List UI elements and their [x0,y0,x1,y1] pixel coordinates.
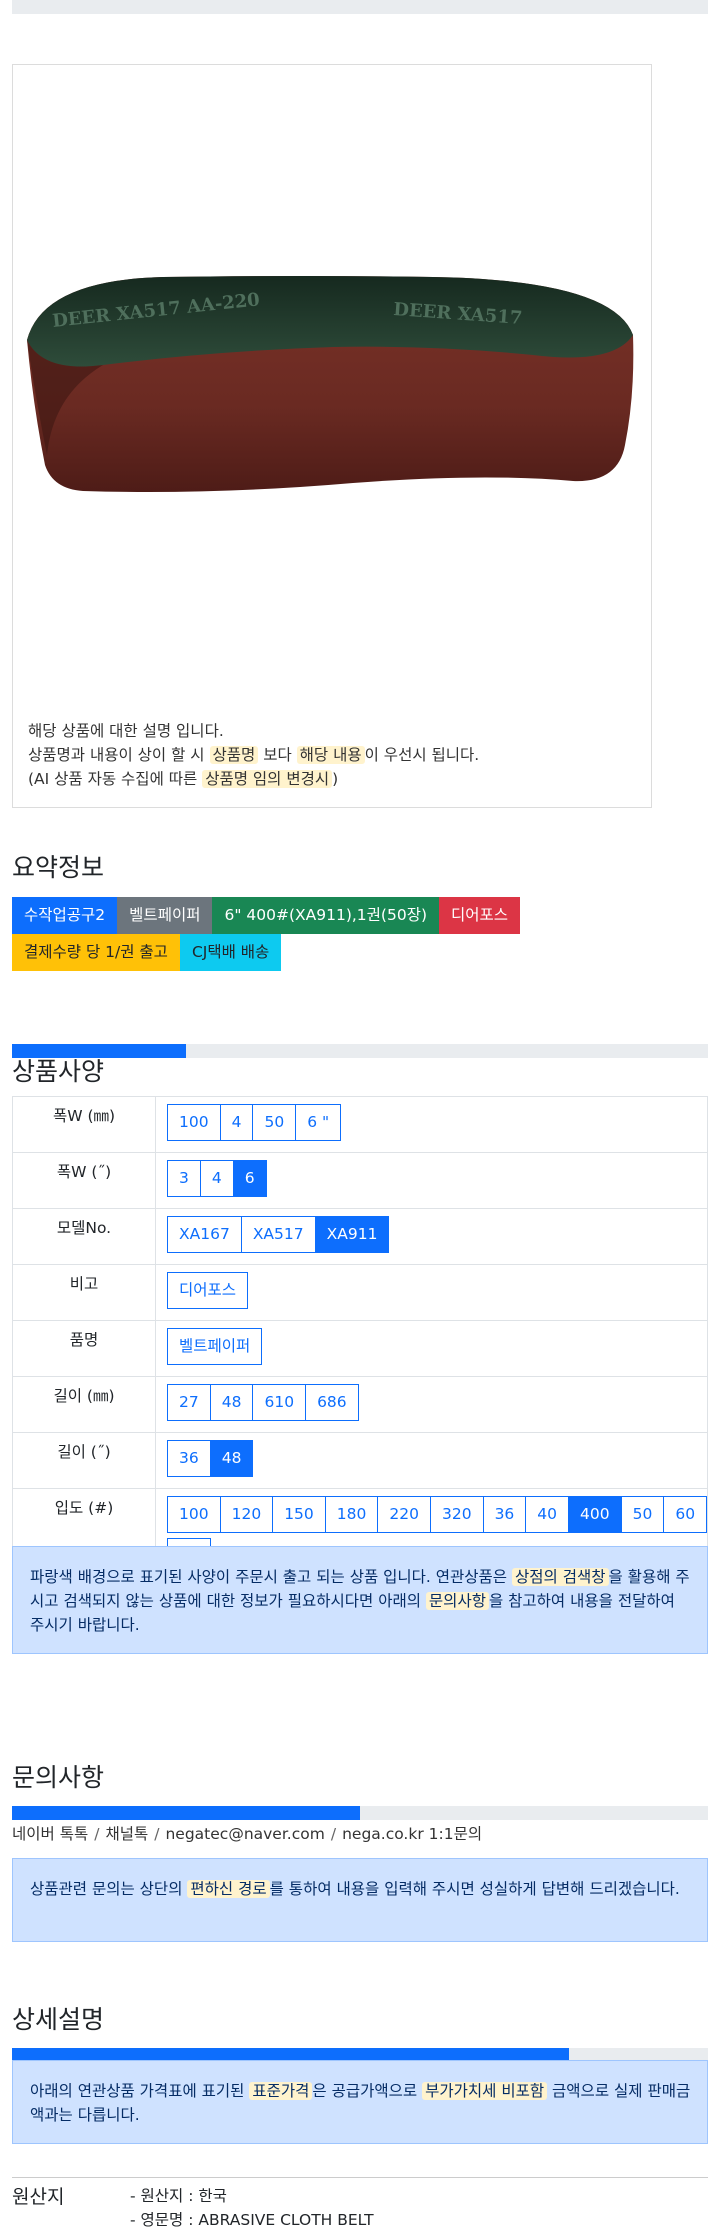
spec-option-button[interactable]: 610 [252,1384,307,1421]
badge-category: 수작업공구2 [12,897,118,934]
spec-label: 길이 (㎜) [12,1376,156,1433]
sanding-belt-image: DEER XA517 AA-220 DEER XA517 [27,276,634,492]
spec-option-button[interactable]: 디어포스 [167,1272,249,1309]
spec-row: 비고 디어포스 [12,1264,708,1321]
spec-options: 디어포스 [155,1264,708,1321]
spec-row: 폭W (˝) 3 4 6 [12,1152,708,1209]
badge-quantity: 결제수량 당 1/권 출고 [12,934,180,971]
spec-options: 346 [155,1152,708,1209]
spec-row: 품명 벨트페이퍼 [12,1320,708,1377]
summary-title: 요약정보 [12,853,105,882]
product-image-panel: DEER XA517 AA-220 DEER XA517 해당 상품에 대한 설… [12,64,652,808]
badge-brand: 디어포스 [439,897,521,934]
spec-label: 폭W (㎜) [12,1096,156,1153]
origin-country: - 원산지 : 한국 [130,2187,227,2205]
spec-row: 폭W (㎜) 100 4 50 6 " [12,1096,708,1153]
spec-option-button[interactable]: 50 [252,1104,297,1141]
spec-option-button[interactable]: 100 [167,1496,221,1533]
spec-option-button[interactable]: XA517 [240,1216,316,1253]
spec-option-button[interactable]: 150 [272,1496,326,1533]
spec-options: 27 48 610 686 [155,1376,708,1433]
spec-option-button[interactable]: 180 [324,1496,379,1533]
contact-email[interactable]: negatec@naver.com [165,1825,324,1843]
spec-option-button[interactable]: 100 [167,1104,221,1141]
specs-progress-bar [12,1044,708,1058]
spec-label: 품명 [12,1320,156,1377]
spec-table: 폭W (㎜) 100 4 50 6 " 폭W (˝) 3 4 6 모델No. XA167 XA517 X… [12,1096,708,1587]
spec-option-button[interactable]: 36 [482,1496,527,1533]
contact-naver-talk[interactable]: 네이버 톡톡 [12,1825,88,1843]
spec-options: 36 48 [155,1432,708,1489]
top-divider-bar [12,0,708,14]
spec-row: 모델No. XA167 XA517 XA911 [12,1208,708,1265]
spec-option-button[interactable]: XA167 [167,1216,242,1253]
origin-title: 원산지 [12,2186,65,2208]
description-line-1: 해당 상품에 대한 설명 입니다. [28,722,224,740]
spec-label: 폭W (˝) [12,1152,156,1209]
spec-option-button[interactable]: 400 [568,1496,622,1533]
detail-notice: 아래의 연관상품 가격표에 표기된 표준가격 은 공급가액으로 부가가치세 비포함… [12,2060,708,2144]
badge-shipping: CJ택배 배송 [179,934,282,971]
inquiry-title: 문의사항 [12,1763,105,1792]
spec-option-button[interactable]: 50 [620,1496,665,1533]
spec-label: 길이 (˝) [12,1432,156,1489]
spec-label: 모델No. [12,1208,156,1265]
description-line-3: (AI 상품 자동 수집에 따른 상품명 임의 변경시) [28,770,339,788]
spec-option-button[interactable]: 48 [209,1440,254,1477]
spec-option-button[interactable]: 4 [199,1160,234,1197]
spec-option-button[interactable]: 48 [209,1384,254,1421]
spec-option-button[interactable]: 120 [219,1496,274,1533]
badge-product-type: 벨트페이퍼 [117,897,213,934]
description-line-2: 상품명과 내용이 상이 할 시 상품명 보다 해당 내용 이 우선시 됩니다. [28,746,480,764]
spec-option-button[interactable]: 40 [525,1496,570,1533]
spec-option-button[interactable]: 벨트페이퍼 [167,1328,263,1365]
contact-website-inquiry[interactable]: nega.co.kr 1:1문의 [342,1825,482,1843]
origin-divider [12,2177,708,2178]
spec-option-button[interactable]: 27 [167,1384,211,1421]
badge-spec: 6" 400#(XA911),1권(50장) [212,897,440,934]
spec-option-button[interactable]: 6 " [295,1104,342,1141]
spec-row: 길이 (㎜) 27 48 610 686 [12,1376,708,1433]
origin-english-name: - 영문명 : ABRASIVE CLOTH BELT [130,2211,374,2229]
spec-option-button[interactable]: 686 [305,1384,359,1421]
spec-notice: 파랑색 배경으로 표기된 사양이 주문시 출고 되는 상품 입니다. 연관상품은… [12,1546,708,1654]
spec-option-button[interactable]: 6 [232,1160,267,1197]
inquiry-progress-bar [12,1806,708,1820]
spec-options: 100 4 50 6 " [155,1096,708,1153]
spec-option-button[interactable]: 60 [663,1496,708,1533]
product-description: 해당 상품에 대한 설명 입니다. 상품명과 내용이 상이 할 시 상품명 보다… [28,719,479,791]
specs-title: 상품사양 [12,1057,105,1086]
spec-option-button[interactable]: XA911 [314,1216,390,1253]
spec-option-button[interactable]: 220 [377,1496,431,1533]
spec-label: 비고 [12,1264,156,1321]
spec-option-button[interactable]: 36 [167,1440,211,1477]
inquiry-notice: 상품관련 문의는 상단의 편하신 경로 를 통하여 내용을 입력해 주시면 성실하… [12,1858,708,1942]
origin-list: - 원산지 : 한국 - 영문명 : ABRASIVE CLOTH BELT [130,2184,374,2232]
spec-option-button[interactable]: 4 [219,1104,254,1141]
spec-row: 길이 (˝) 36 48 [12,1432,708,1489]
detail-title: 상세설명 [12,2005,105,2034]
spec-option-button[interactable]: 320 [429,1496,484,1533]
spec-option-button[interactable]: 3 [167,1160,201,1197]
spec-options: XA167 XA517 XA911 [155,1208,708,1265]
contact-links: 네이버 톡톡 / 채널톡 / negatec@naver.com / nega.co.kr … [12,1825,483,1843]
summary-badges: 수작업공구2 벨트페이퍼 6" 400#(XA911),1권(50장) 디어포스 결제… [12,897,572,971]
spec-options: 벨트페이퍼 [155,1320,708,1377]
contact-channel-talk[interactable]: 채널톡 [105,1825,148,1843]
